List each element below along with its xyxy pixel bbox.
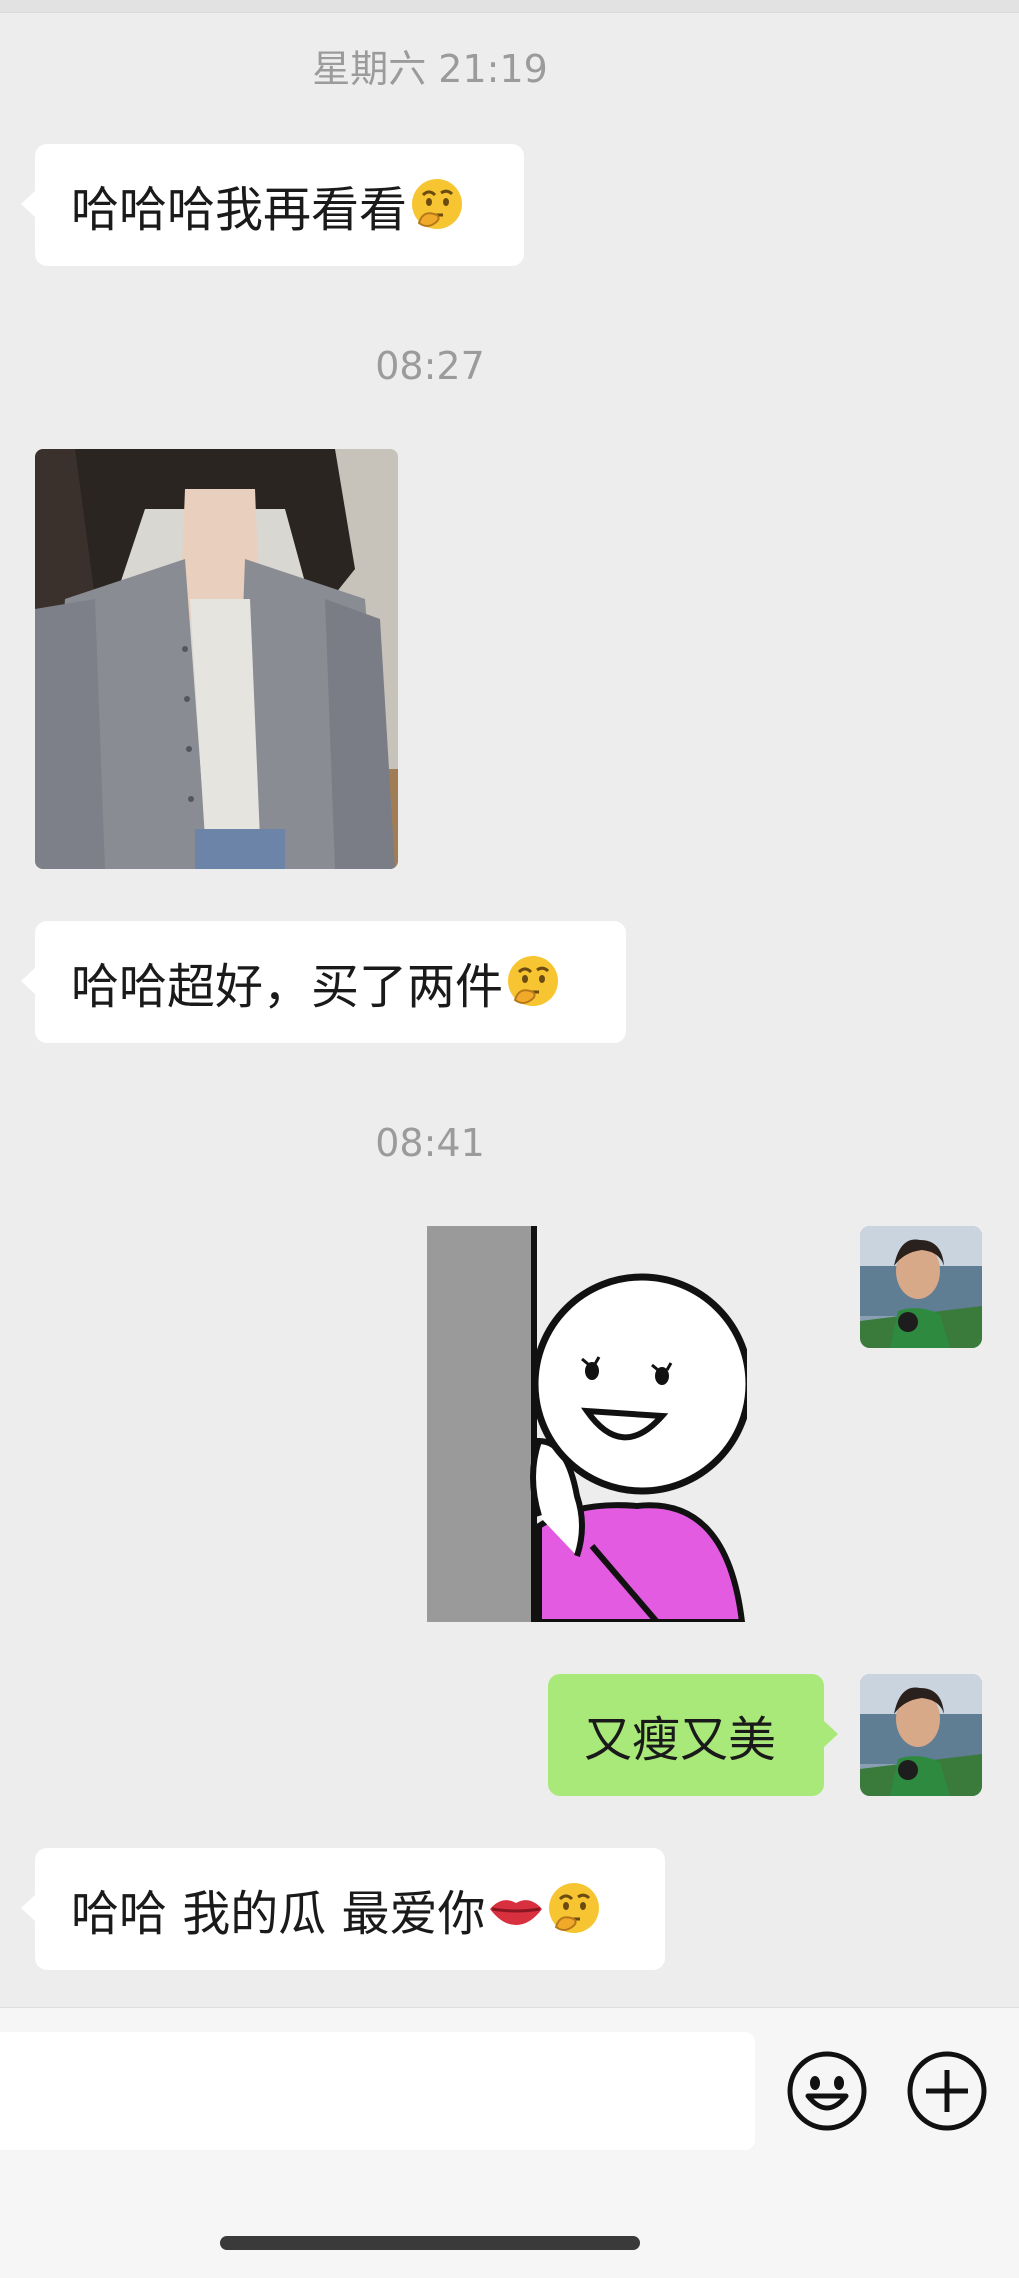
thinking-face-emoji: [548, 1883, 599, 1933]
smiley-face-icon[interactable]: [786, 2050, 868, 2132]
plus-circle-icon[interactable]: [906, 2050, 988, 2132]
message-text: 又瘦又美: [584, 1712, 777, 1768]
user-avatar[interactable]: [860, 1674, 982, 1796]
lips-emoji: [489, 1900, 542, 1925]
peeking-character-sticker: [427, 1226, 753, 1625]
chat-input-bar: [0, 2007, 1019, 2278]
timestamp: 星期六 21:19: [312, 47, 548, 91]
outgoing-sticker-message[interactable]: [427, 1226, 753, 1625]
message-text: 哈哈超好，买了两件: [71, 959, 504, 1015]
message-input[interactable]: [0, 2032, 755, 2150]
incoming-message-bubble[interactable]: 哈哈哈我再看看: [21, 144, 524, 266]
user-avatar[interactable]: [860, 1226, 982, 1348]
thinking-face-emoji: [508, 956, 559, 1006]
timestamp: 08:27: [375, 344, 485, 388]
top-edge: [0, 0, 1019, 13]
outgoing-message-bubble[interactable]: 又瘦又美: [548, 1674, 838, 1796]
timestamp: 08:41: [375, 1121, 485, 1165]
incoming-message-bubble[interactable]: 哈哈 我的瓜 最爱你: [21, 1848, 665, 1970]
incoming-message-bubble[interactable]: 哈哈超好，买了两件: [21, 921, 626, 1043]
incoming-photo-message[interactable]: [35, 449, 398, 869]
photo-cardigan-image: [35, 449, 398, 869]
message-text: 哈哈 我的瓜 最爱你: [71, 1886, 486, 1942]
message-text: 哈哈哈我再看看: [71, 182, 408, 238]
home-indicator[interactable]: [220, 2236, 640, 2250]
thinking-face-emoji: [412, 179, 463, 229]
